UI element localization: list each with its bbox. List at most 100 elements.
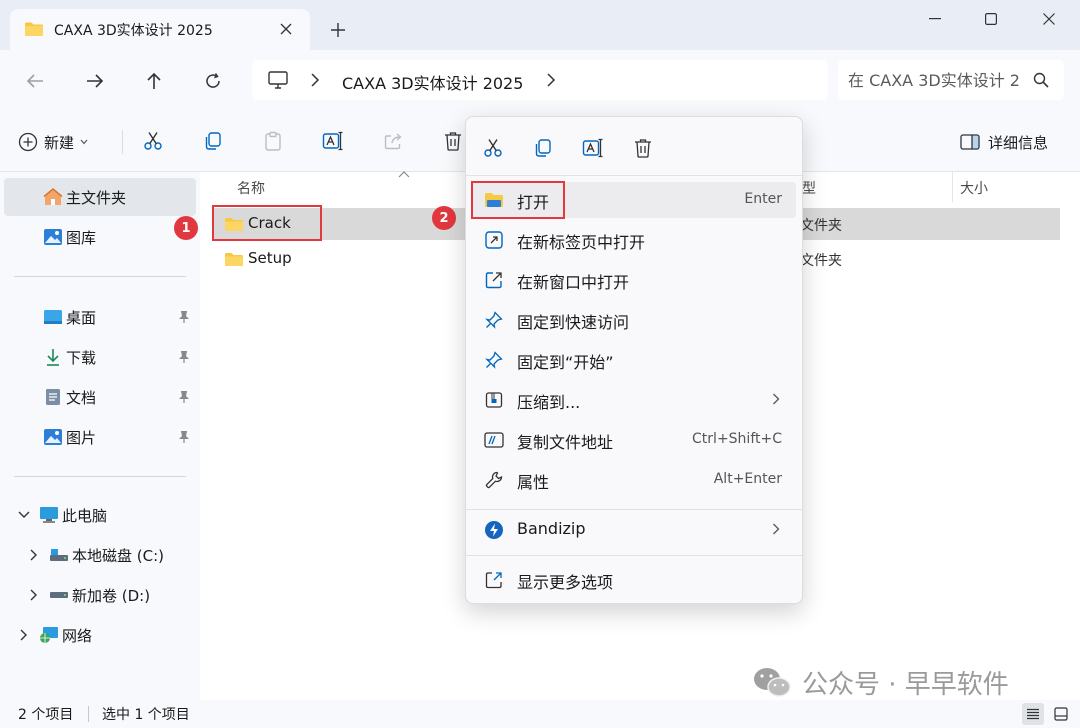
context-delete-button[interactable] (628, 133, 658, 163)
search-box[interactable] (838, 60, 1064, 100)
up-button[interactable] (141, 68, 167, 94)
menu-item-open-new-tab[interactable]: 在新标签页中打开 (472, 222, 796, 258)
computer-icon (38, 504, 60, 526)
title-bar: CAXA 3D实体设计 2025 (0, 0, 1080, 50)
menu-item-shortcut: Alt+Enter (713, 471, 782, 487)
chevron-down-icon (80, 139, 88, 145)
pin-icon[interactable] (178, 310, 190, 324)
pin-icon[interactable] (178, 390, 190, 404)
copy-path-icon (484, 430, 504, 450)
details-view-button[interactable] (1022, 703, 1044, 725)
minimize-button[interactable] (920, 8, 950, 30)
details-pane-button[interactable]: 详细信息 (960, 130, 1048, 154)
sidebar-item-pictures[interactable]: 图片 (4, 418, 196, 456)
details-pane-icon (960, 134, 980, 150)
breadcrumb[interactable]: CAXA 3D实体设计 2025 (342, 70, 523, 94)
zip-icon (484, 390, 504, 410)
computer-icon (268, 71, 288, 89)
address-row: CAXA 3D实体设计 2025 (0, 50, 1080, 110)
rename-button[interactable] (318, 126, 348, 156)
sidebar-item-label: 本地磁盘 (C:) (72, 546, 164, 565)
gallery-icon (42, 226, 64, 248)
sidebar-item-drive-c[interactable]: 本地磁盘 (C:) (4, 536, 196, 574)
chevron-right-icon[interactable] (16, 629, 32, 641)
menu-item-label: 固定到“开始” (517, 353, 614, 372)
context-cut-button[interactable] (478, 133, 508, 163)
menu-item-open-new-window[interactable]: 在新窗口中打开 (472, 262, 796, 298)
sidebar-item-label: 此电脑 (62, 506, 108, 525)
search-icon[interactable] (1033, 72, 1049, 88)
sort-caret-icon (398, 170, 410, 178)
sidebar-item-downloads[interactable]: 下载 (4, 338, 196, 376)
sidebar-item-home[interactable]: 主文件夹 (4, 178, 196, 216)
watermark-text: 公众号 · 早早软件 (802, 670, 1009, 700)
paste-button[interactable] (258, 126, 288, 156)
sidebar-item-label: 图库 (66, 228, 97, 247)
chevron-right-icon[interactable] (546, 72, 556, 88)
sidebar-item-label: 网络 (62, 626, 93, 645)
close-tab-icon[interactable] (276, 19, 296, 39)
forward-button[interactable] (82, 68, 108, 94)
menu-item-show-more[interactable]: 显示更多选项 (472, 562, 796, 598)
open-external-icon (484, 270, 504, 290)
desktop-icon (42, 306, 64, 328)
drive-icon (48, 584, 70, 606)
menu-item-properties[interactable]: 属性 Alt+Enter (472, 462, 796, 498)
chevron-down-icon[interactable] (16, 511, 32, 519)
preview-view-button[interactable] (1050, 703, 1072, 725)
context-menu: 打开 Enter 在新标签页中打开 在新窗口中打开 固定到快速访问 固定到“开始… (465, 116, 803, 604)
tab-caxa[interactable]: CAXA 3D实体设计 2025 (10, 9, 310, 50)
sidebar-item-gallery[interactable]: 图库 (4, 218, 196, 256)
menu-item-pin-quick-access[interactable]: 固定到快速访问 (472, 302, 796, 338)
refresh-button[interactable] (200, 68, 226, 94)
menu-item-bandizip[interactable]: Bandizip (472, 512, 796, 548)
share-button[interactable] (378, 126, 408, 156)
file-type: 文件夹 (800, 218, 842, 234)
menu-item-compress[interactable]: 压缩到... (472, 382, 796, 418)
new-tab-icon (484, 230, 504, 250)
network-icon (38, 624, 60, 646)
menu-item-label: 复制文件地址 (517, 433, 614, 452)
delete-button[interactable] (438, 126, 468, 156)
context-rename-button[interactable] (578, 133, 608, 163)
step-badge-2: 2 (432, 206, 456, 230)
sidebar-item-network[interactable]: 网络 (4, 616, 196, 654)
pin-icon[interactable] (178, 430, 190, 444)
status-divider (88, 706, 89, 722)
context-copy-button[interactable] (528, 133, 558, 163)
column-header-name[interactable]: 名称 (237, 178, 265, 198)
navigation-pane: 主文件夹 图库 桌面 下载 文档 图片 此电脑 本地磁盘 (C:) 新加卷 (D… (0, 172, 200, 700)
sidebar-item-label: 主文件夹 (66, 188, 127, 207)
highlight-box-crack (212, 205, 322, 241)
close-window-button[interactable] (1034, 8, 1064, 30)
chevron-right-icon[interactable] (26, 589, 42, 601)
sidebar-item-desktop[interactable]: 桌面 (4, 298, 196, 336)
sidebar-item-this-pc[interactable]: 此电脑 (4, 496, 196, 534)
new-button[interactable]: 新建 (18, 128, 88, 156)
menu-item-label: 在新窗口中打开 (517, 273, 630, 292)
wechat-icon (752, 666, 792, 700)
sidebar-item-drive-d[interactable]: 新加卷 (D:) (4, 576, 196, 614)
chevron-right-icon[interactable] (310, 72, 320, 88)
chevron-right-icon[interactable] (26, 549, 42, 561)
bandizip-icon (484, 520, 504, 540)
new-tab-button[interactable] (326, 18, 350, 42)
menu-item-pin-start[interactable]: 固定到“开始” (472, 342, 796, 378)
pin-icon[interactable] (178, 350, 190, 364)
column-header-type[interactable]: 型 (802, 178, 816, 198)
cut-button[interactable] (138, 126, 168, 156)
address-bar[interactable]: CAXA 3D实体设计 2025 (252, 60, 828, 100)
sidebar-item-label: 下载 (66, 348, 97, 367)
maximize-button[interactable] (976, 8, 1006, 30)
menu-item-copy-path[interactable]: 复制文件地址 Ctrl+Shift+C (472, 422, 796, 458)
copy-button[interactable] (198, 126, 228, 156)
menu-item-label: 在新标签页中打开 (517, 233, 646, 252)
menu-item-label: 显示更多选项 (517, 573, 614, 592)
pin-icon (484, 350, 504, 370)
column-header-size[interactable]: 大小 (960, 178, 988, 198)
sidebar-item-documents[interactable]: 文档 (4, 378, 196, 416)
back-button[interactable] (22, 68, 48, 94)
chevron-right-icon (772, 523, 780, 535)
search-input[interactable] (848, 68, 1020, 92)
folder-icon (224, 252, 244, 267)
